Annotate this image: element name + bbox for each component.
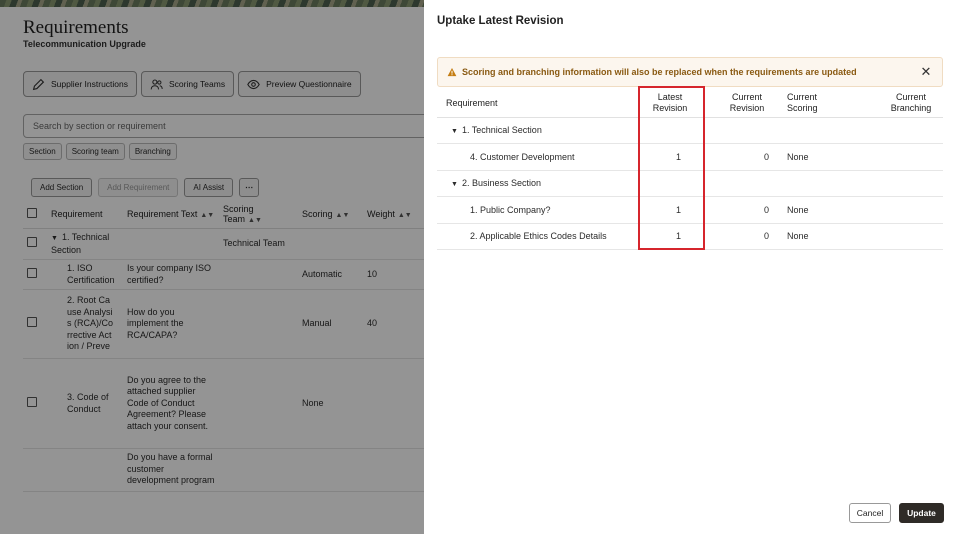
modal-overlay[interactable] <box>0 0 424 534</box>
col-current-revision-line2: Revision <box>729 102 765 113</box>
drawer-title: Uptake Latest Revision <box>437 15 564 27</box>
col-current-revision: Current Revision <box>703 89 773 118</box>
cell-scoring <box>773 117 843 144</box>
cell-current: 0 <box>703 196 773 224</box>
cell-scoring: None <box>773 143 843 171</box>
cell-branching <box>843 170 943 197</box>
warning-icon <box>447 67 457 77</box>
col-current-branching-line2: Branching <box>890 102 932 113</box>
cell-requirement: 4. Customer Development <box>437 143 637 171</box>
col-current-branching: Current Branching <box>843 89 943 118</box>
col-requirement: Requirement <box>437 89 637 118</box>
cell-current <box>703 170 773 197</box>
cell-current: 0 <box>703 143 773 171</box>
cell-branching <box>843 117 943 144</box>
close-icon[interactable]: ✕ <box>919 65 933 79</box>
col-current-scoring-line2: Scoring <box>787 102 818 113</box>
cell-scoring: None <box>773 196 843 224</box>
cell-scoring <box>773 170 843 197</box>
cell-requirement-text: 2. Business Section <box>461 178 541 189</box>
cell-branching <box>843 196 943 224</box>
collapse-caret-icon[interactable]: ▼ <box>451 128 458 135</box>
col-current-revision-line1: Current <box>731 92 762 103</box>
cell-requirement: 1. Public Company? <box>437 196 637 224</box>
cell-scoring: None <box>773 223 843 250</box>
cell-requirement: ▼ 1. Technical Section <box>437 117 637 144</box>
cell-requirement-text: 1. Technical Section <box>461 125 542 136</box>
col-current-scoring: Current Scoring <box>773 89 843 118</box>
cell-requirement: 2. Applicable Ethics Codes Details <box>437 223 637 250</box>
latest-revision-highlight <box>638 86 705 250</box>
update-button[interactable]: Update <box>899 503 944 523</box>
cell-branching <box>843 223 943 250</box>
col-current-branching-line1: Current <box>895 92 926 103</box>
uptake-revision-drawer: Uptake Latest Revision Scoring and branc… <box>424 0 959 534</box>
warning-text: Scoring and branching information will a… <box>462 67 857 77</box>
cell-current <box>703 117 773 144</box>
collapse-caret-icon[interactable]: ▼ <box>451 181 458 188</box>
cell-branching <box>843 143 943 171</box>
cell-requirement: ▼ 2. Business Section <box>437 170 637 197</box>
col-current-scoring-line1: Current <box>787 92 818 103</box>
cell-current: 0 <box>703 223 773 250</box>
cancel-button[interactable]: Cancel <box>849 503 891 523</box>
warning-banner: Scoring and branching information will a… <box>437 57 943 87</box>
